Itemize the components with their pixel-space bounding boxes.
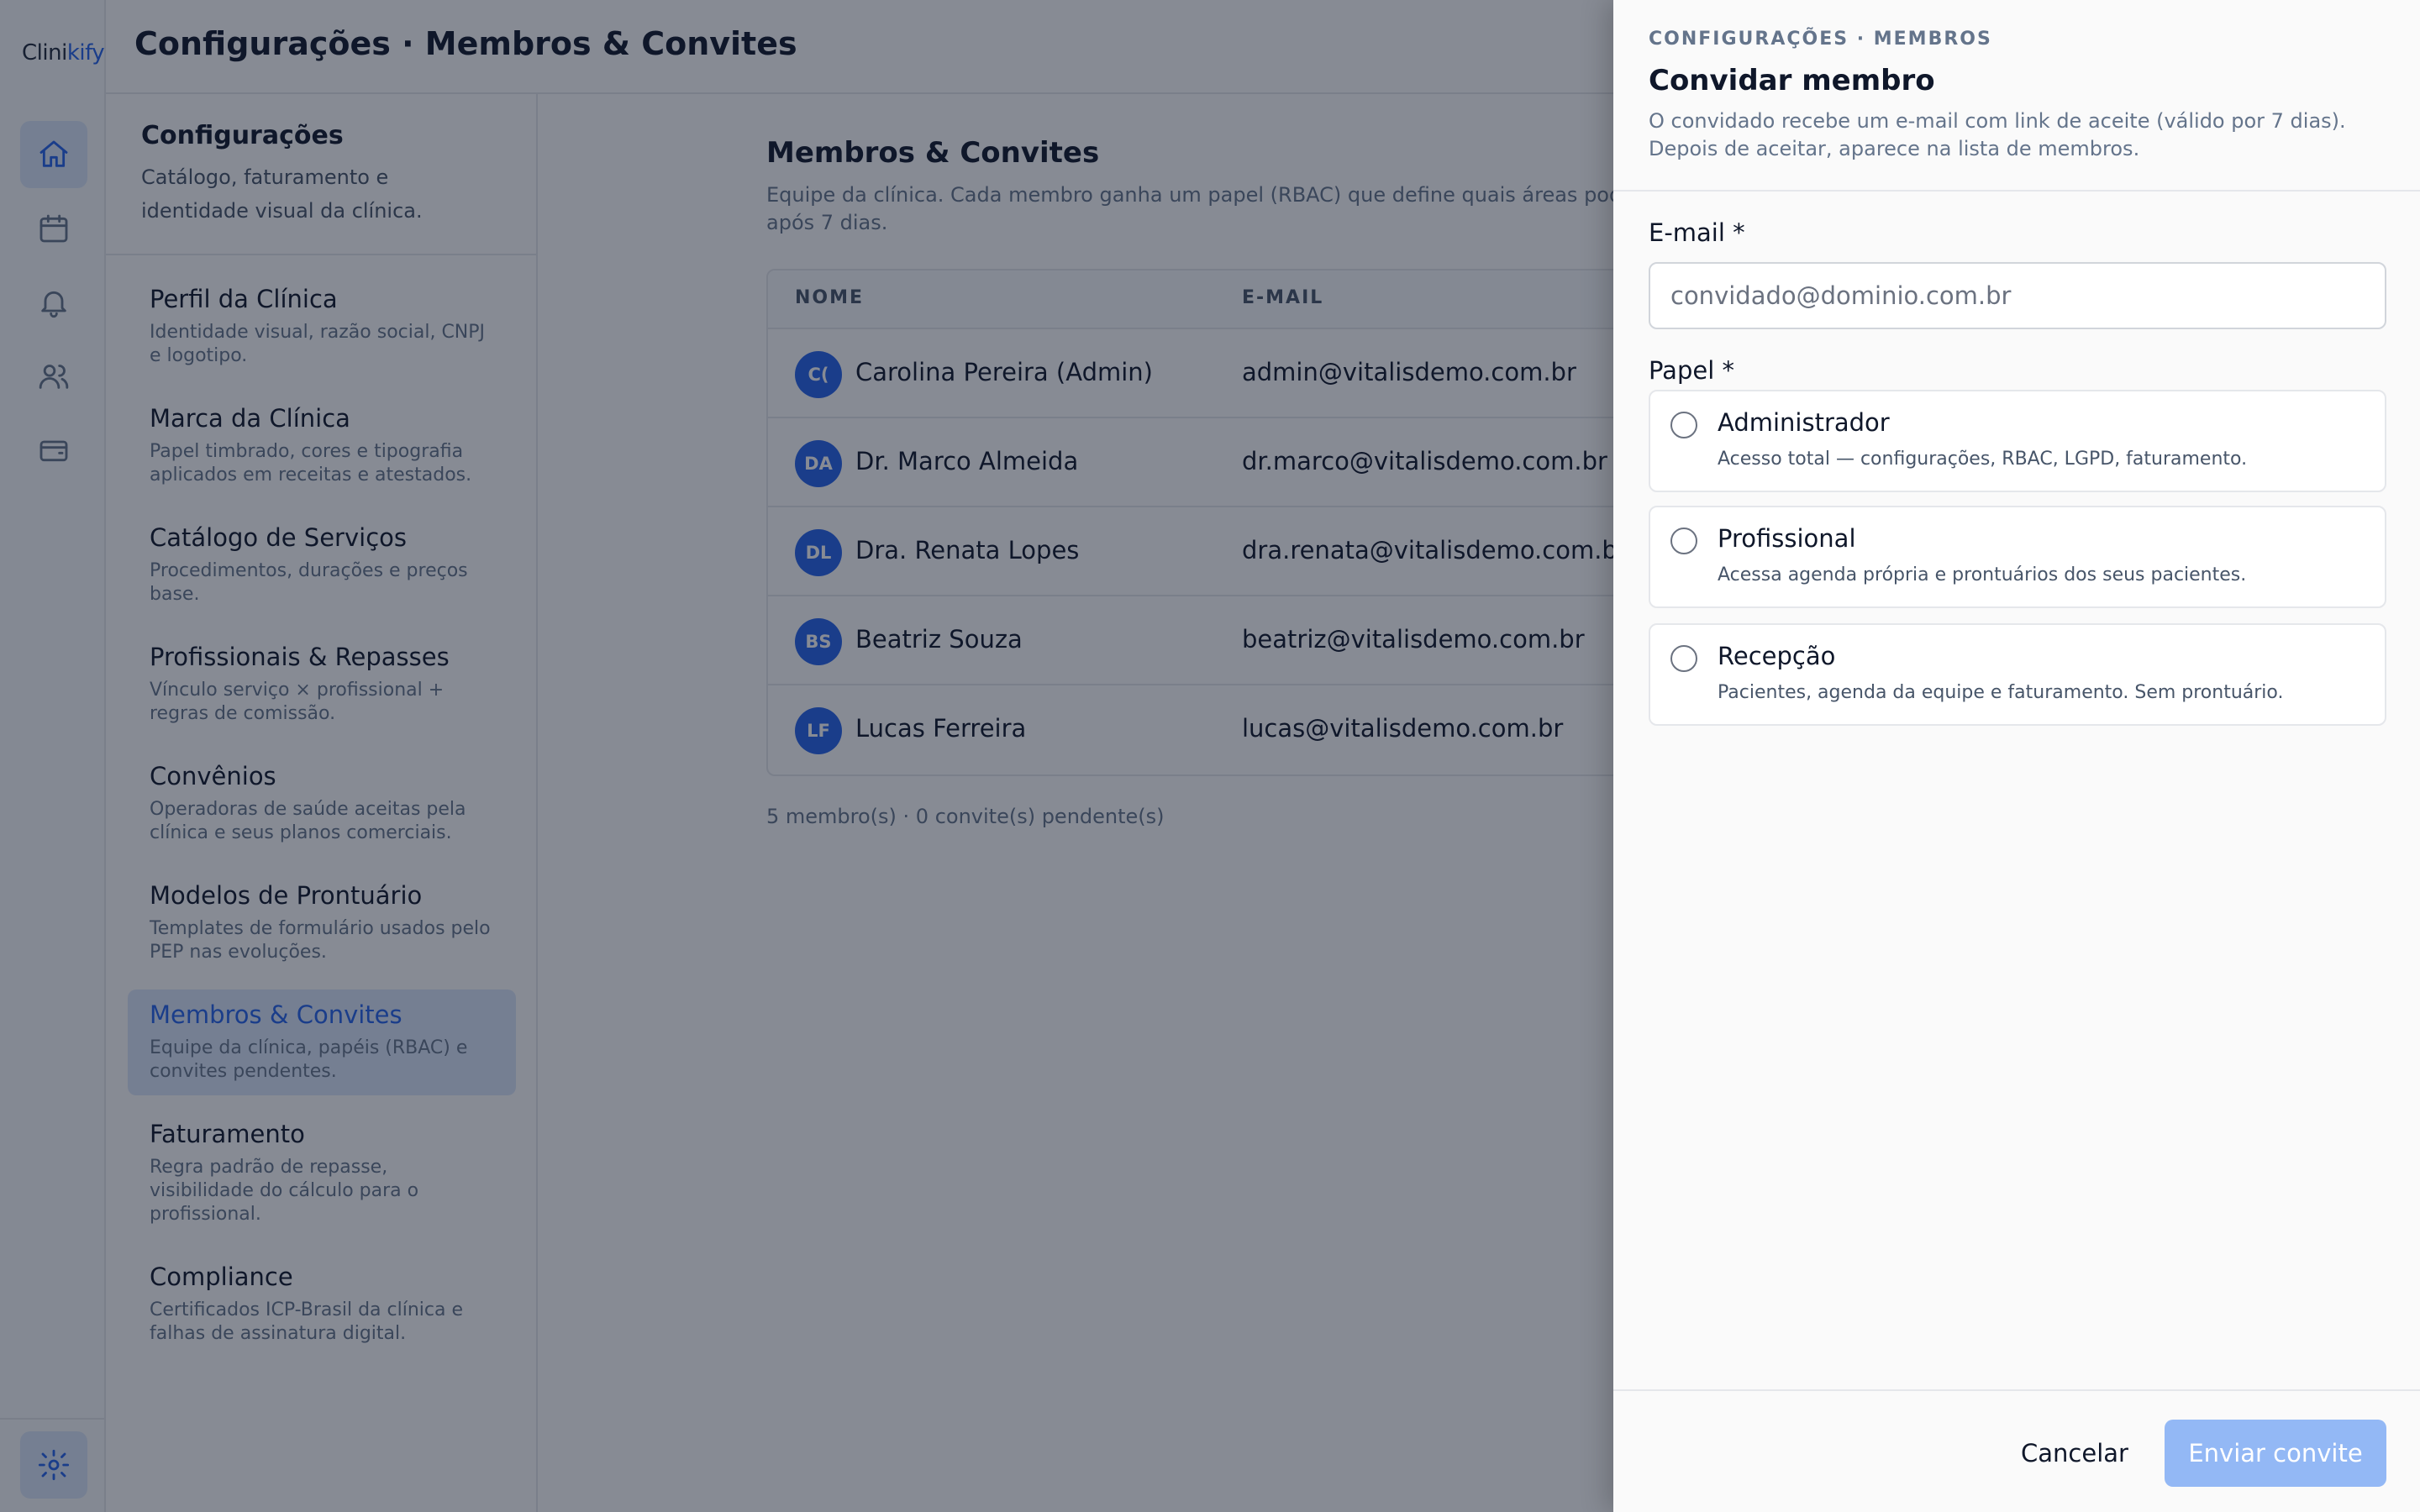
breadcrumb: CONFIGURAÇÕES · MEMBROS [1649, 29, 1992, 50]
role-description: Acesso total — configurações, RBAC, LGPD… [1718, 449, 2248, 470]
role-option-recepcao[interactable]: Recepção Pacientes, agenda da equipe e f… [1649, 623, 2386, 726]
cancel-button[interactable]: Cancelar [2003, 1420, 2146, 1487]
drawer-description: O convidado recebe um e-mail com link de… [1649, 109, 2346, 160]
drawer-header: CONFIGURAÇÕES · MEMBROS Convidar membro … [1613, 0, 2420, 192]
email-label: E-mail * [1649, 218, 1745, 247]
role-option-administrador[interactable]: Administrador Acesso total — configuraçõ… [1649, 390, 2386, 492]
role-title: Profissional [1718, 524, 1856, 553]
radio-button[interactable] [1670, 528, 1697, 554]
role-description: Pacientes, agenda da equipe e faturament… [1718, 682, 2284, 703]
radio-button[interactable] [1670, 645, 1697, 672]
invite-drawer: CONFIGURAÇÕES · MEMBROS Convidar membro … [1613, 0, 2420, 1512]
role-title: Recepção [1718, 642, 1836, 670]
email-field[interactable] [1649, 262, 2386, 329]
role-description: Acessa agenda própria e prontuários dos … [1718, 564, 2247, 585]
role-label: Papel * [1649, 356, 1734, 385]
radio-button[interactable] [1670, 412, 1697, 438]
role-title: Administrador [1718, 408, 1890, 437]
send-invite-button[interactable]: Enviar convite [2165, 1420, 2386, 1487]
drawer-title: Convidar membro [1649, 64, 1935, 97]
role-option-profissional[interactable]: Profissional Acessa agenda própria e pro… [1649, 506, 2386, 608]
drawer-footer: Cancelar Enviar convite [1613, 1389, 2420, 1512]
